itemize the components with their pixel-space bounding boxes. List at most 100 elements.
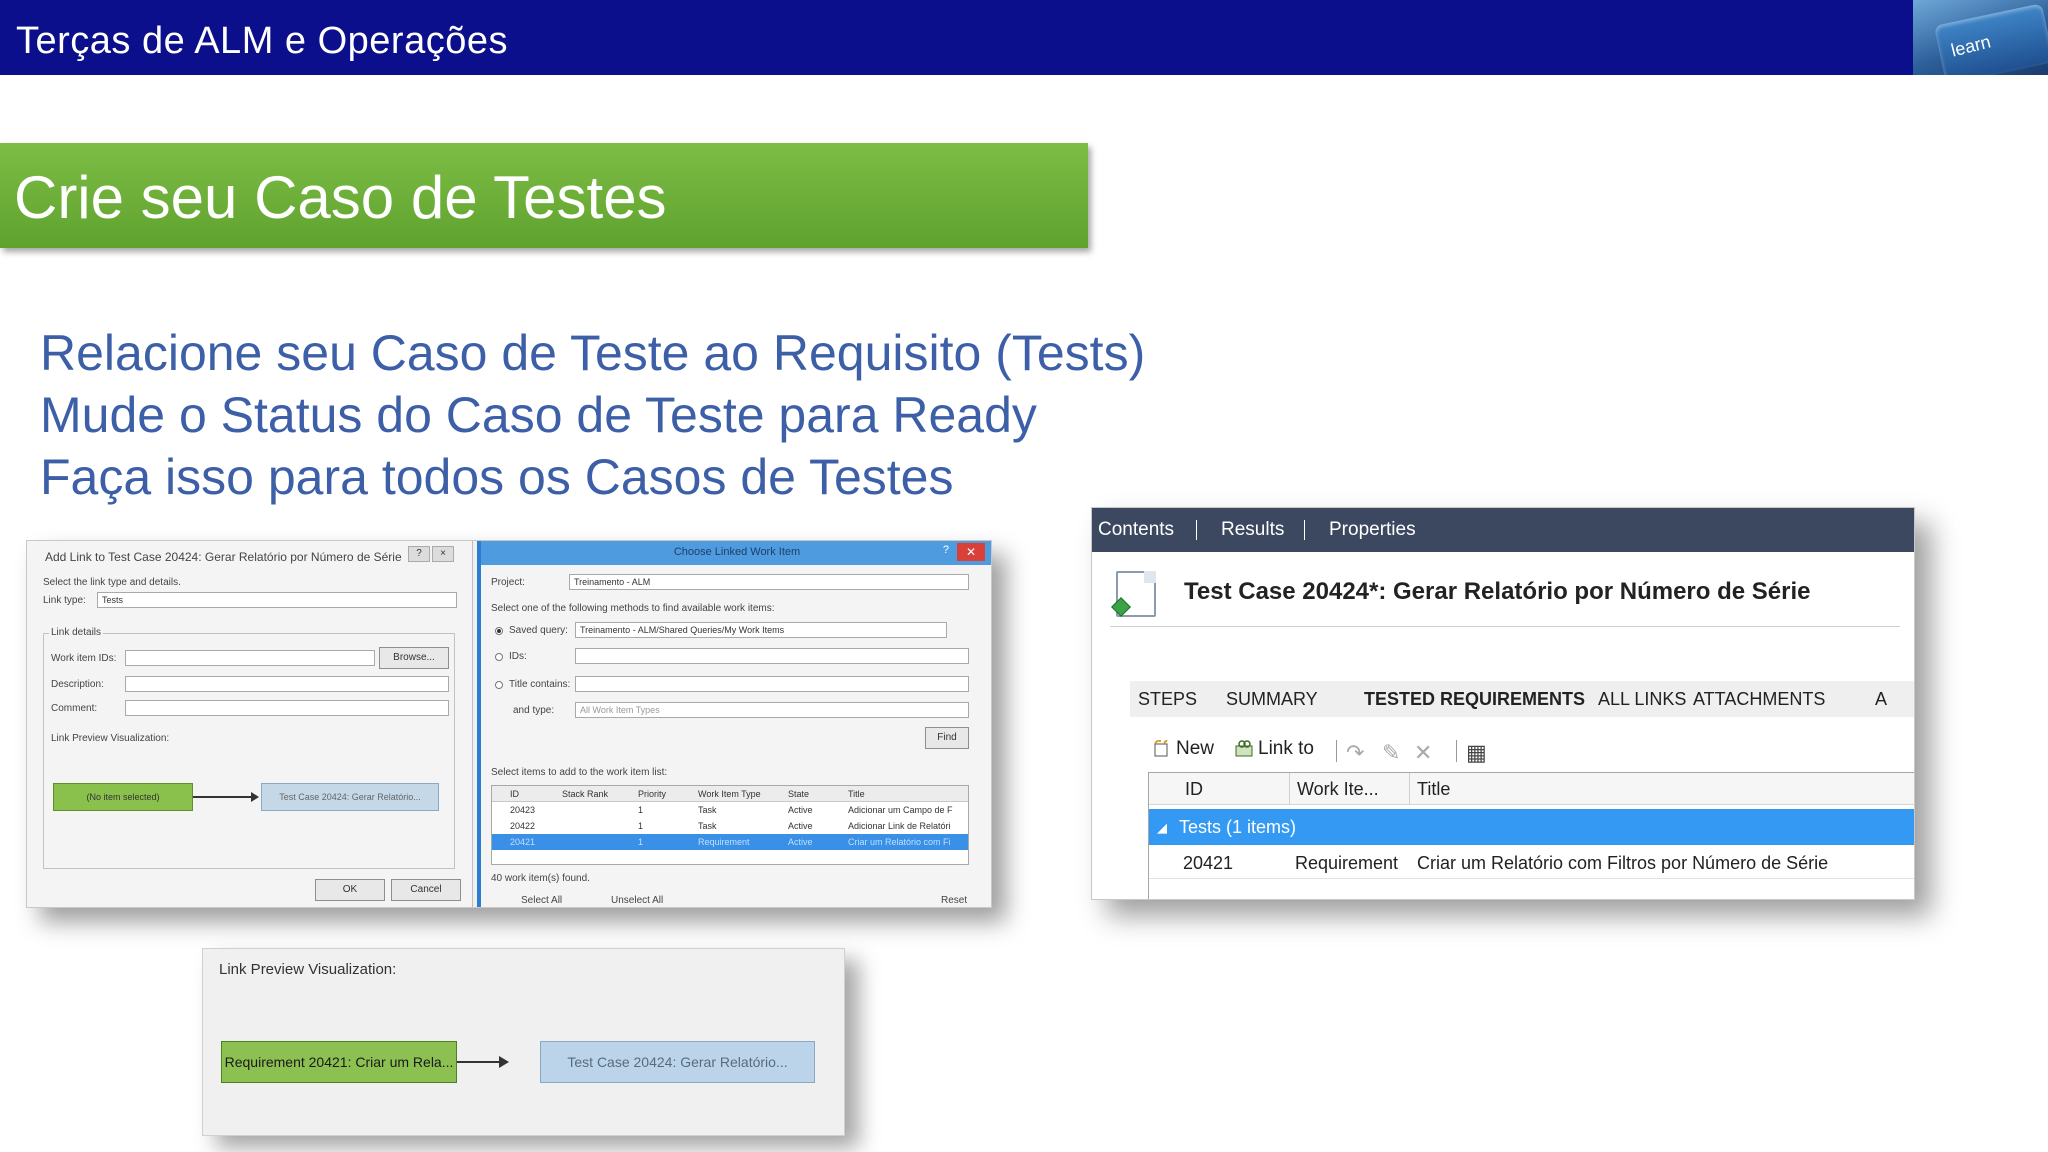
new-button[interactable]: New bbox=[1152, 738, 1214, 760]
cell-state: Active bbox=[788, 805, 813, 815]
title-divider bbox=[1110, 626, 1900, 627]
help-button[interactable]: ? bbox=[408, 546, 430, 562]
grid-header: ID Stack Rank Priority Work Item Type St… bbox=[492, 786, 968, 802]
dialog-window-buttons: ? × bbox=[406, 546, 466, 562]
tests-group-row[interactable]: ◢ Tests (1 items) bbox=[1149, 809, 1914, 845]
work-item-ids-field[interactable] bbox=[125, 650, 375, 666]
table-row[interactable]: 20422 1 Task Active Adicionar Link de Re… bbox=[492, 818, 968, 834]
column-header-id[interactable]: ID bbox=[1185, 779, 1203, 800]
table-row[interactable]: 20423 1 Task Active Adicionar um Campo d… bbox=[492, 802, 968, 818]
instruction-label: Select the link type and details. bbox=[43, 577, 181, 588]
column-header[interactable]: State bbox=[788, 786, 809, 802]
saved-query-radio[interactable] bbox=[495, 627, 503, 635]
add-link-dialog: Add Link to Test Case 20424: Gerar Relat… bbox=[27, 541, 473, 907]
open-query-icon[interactable]: ▦ bbox=[1466, 740, 1487, 766]
column-header[interactable]: ID bbox=[510, 786, 519, 802]
bullet-item: Relacione seu Caso de Teste ao Requisito… bbox=[40, 325, 1146, 381]
table-row-selected[interactable]: 20421 1 Requirement Active Criar um Rela… bbox=[492, 834, 968, 850]
table-header: ID Work Ite... Title bbox=[1149, 773, 1914, 805]
dialog-title: Add Link to Test Case 20424: Gerar Relat… bbox=[45, 550, 402, 564]
column-header-work-item-type[interactable]: Work Ite... bbox=[1297, 779, 1379, 800]
link-details-label: Link details bbox=[49, 627, 104, 638]
banner-title: Terças de ALM e Operações bbox=[16, 20, 508, 62]
cancel-button[interactable]: Cancel bbox=[391, 879, 461, 901]
redo-icon[interactable]: ↷ bbox=[1346, 740, 1364, 766]
preview-target-box: Test Case 20424: Gerar Relatório... bbox=[540, 1041, 815, 1083]
column-header-title[interactable]: Title bbox=[1417, 779, 1450, 800]
comment-field[interactable] bbox=[125, 700, 449, 716]
tab-attachments[interactable]: ATTACHMENTS bbox=[1693, 689, 1825, 710]
table-row[interactable]: 20421 Requirement Criar um Relatório com… bbox=[1149, 849, 1914, 879]
comment-label: Comment: bbox=[51, 703, 98, 714]
cell-type: Requirement bbox=[1295, 853, 1399, 873]
column-header[interactable]: Title bbox=[848, 786, 865, 802]
tab-results[interactable]: Results bbox=[1221, 519, 1284, 541]
link-icon bbox=[1235, 740, 1253, 757]
tab-tested-requirements[interactable]: TESTED REQUIREMENTS bbox=[1364, 689, 1585, 710]
items-label: Select items to add to the work item lis… bbox=[491, 767, 668, 778]
project-select[interactable]: Treinamento - ALM bbox=[569, 574, 969, 590]
methods-label: Select one of the following methods to f… bbox=[491, 603, 775, 614]
ok-button[interactable]: OK bbox=[315, 879, 385, 901]
ids-field[interactable] bbox=[575, 648, 969, 664]
bullet-item: Mude o Status do Caso de Teste para Read… bbox=[40, 387, 1037, 443]
delete-icon[interactable]: ✕ bbox=[1414, 740, 1432, 766]
cell-priority: 1 bbox=[638, 805, 644, 815]
link-preview-zoom: Link Preview Visualization: Requirement … bbox=[202, 948, 845, 1136]
description-field[interactable] bbox=[125, 676, 449, 692]
column-divider bbox=[1289, 773, 1290, 805]
bullet-item: Faça isso para todos os Casos de Testes bbox=[40, 449, 954, 505]
tab-summary[interactable]: SUMMARY bbox=[1226, 689, 1318, 710]
tab-contents[interactable]: Contents bbox=[1098, 519, 1174, 541]
saved-query-select[interactable]: Treinamento - ALM/Shared Queries/My Work… bbox=[575, 622, 947, 638]
cell-title: Criar um Relatório com Fi bbox=[848, 837, 951, 847]
preview-label: Link Preview Visualization: bbox=[219, 961, 397, 978]
toolbar-divider bbox=[1456, 740, 1457, 762]
cell-priority: 1 bbox=[638, 837, 644, 847]
edit-icon[interactable]: ✎ bbox=[1382, 740, 1400, 766]
dialog-title: Choose Linked Work Item bbox=[673, 546, 801, 558]
browse-button[interactable]: Browse... bbox=[379, 647, 449, 669]
close-button[interactable]: × bbox=[432, 546, 454, 562]
tab-all-links[interactable]: ALL LINKS bbox=[1598, 689, 1686, 710]
and-type-select[interactable]: All Work Item Types bbox=[575, 702, 969, 718]
tab-steps[interactable]: STEPS bbox=[1138, 689, 1197, 710]
title-contains-radio[interactable] bbox=[495, 681, 503, 689]
new-work-item-icon bbox=[1154, 739, 1168, 757]
cell-title: Criar um Relatório com Filtros por Númer… bbox=[1417, 853, 1829, 873]
collapse-icon[interactable]: ◢ bbox=[1157, 820, 1167, 836]
group-label: Tests (1 items) bbox=[1179, 817, 1297, 837]
cell-state: Active bbox=[788, 837, 813, 847]
description-label: Description: bbox=[51, 679, 104, 690]
cell-type: Requirement bbox=[698, 837, 750, 847]
cell-id: 20421 bbox=[510, 837, 536, 847]
reset-button[interactable]: Reset bbox=[941, 895, 967, 906]
title-contains-field[interactable] bbox=[575, 676, 969, 692]
ids-radio[interactable] bbox=[495, 653, 503, 661]
tab-more[interactable]: A bbox=[1875, 689, 1887, 710]
tab-properties[interactable]: Properties bbox=[1329, 519, 1416, 541]
link-type-select[interactable]: Tests bbox=[97, 592, 457, 608]
new-label: New bbox=[1176, 738, 1215, 759]
work-item-ids-label: Work item IDs: bbox=[51, 653, 117, 664]
column-header[interactable]: Stack Rank bbox=[562, 786, 608, 802]
preview-label: Link Preview Visualization: bbox=[51, 733, 170, 744]
cell-title: Adicionar Link de Relatóri bbox=[848, 821, 951, 831]
cell-id: 20423 bbox=[510, 805, 536, 815]
column-header[interactable]: Priority bbox=[638, 786, 666, 802]
select-all-button[interactable]: Select All bbox=[521, 895, 562, 906]
unselect-all-button[interactable]: Unselect All bbox=[611, 895, 663, 906]
section-title: Crie seu Caso de Testes bbox=[14, 164, 667, 231]
saved-query-label: Saved query: bbox=[509, 625, 568, 636]
bullet-list: Relacione seu Caso de Teste ao Requisito… bbox=[40, 322, 1145, 508]
close-button[interactable]: ✕ bbox=[957, 543, 985, 561]
preview-source-box: Requirement 20421: Criar um Rela... bbox=[221, 1041, 457, 1083]
find-button[interactable]: Find bbox=[925, 727, 969, 749]
help-button[interactable]: ? bbox=[943, 544, 949, 556]
test-case-title: Test Case 20424*: Gerar Relatório por Nú… bbox=[1184, 578, 1811, 605]
column-header[interactable]: Work Item Type bbox=[698, 786, 761, 802]
top-banner: Terças de ALM e Operações learn bbox=[0, 0, 2048, 75]
tab-divider bbox=[1304, 520, 1305, 540]
link-to-button[interactable]: Link to bbox=[1234, 738, 1314, 760]
subtab-bar: STEPS SUMMARY TESTED REQUIREMENTS ALL LI… bbox=[1130, 681, 1914, 717]
